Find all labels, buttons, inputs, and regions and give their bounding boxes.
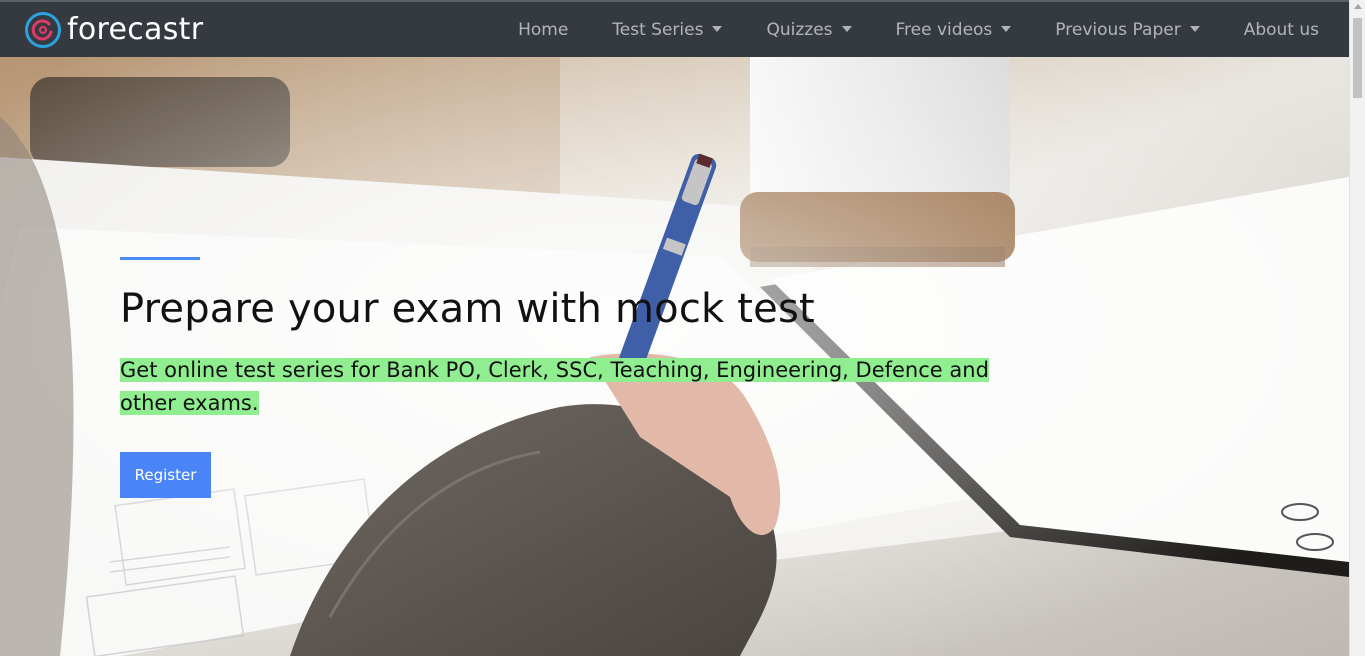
scroll-up-arrow-icon[interactable] xyxy=(1354,4,1362,9)
nav-item-previous-paper[interactable]: Previous Paper xyxy=(1033,2,1221,57)
nav-label: Test Series xyxy=(612,19,704,40)
nav-label: Quizzes xyxy=(766,19,833,40)
caret-down-icon xyxy=(841,25,852,32)
brand-link[interactable]: forecastr xyxy=(24,2,203,57)
brand-name: forecastr xyxy=(67,12,204,47)
scroll-thumb[interactable] xyxy=(1353,18,1362,98)
top-navbar: forecastr Home Test Series Quizzes Free … xyxy=(0,0,1349,57)
nav-item-about-us[interactable]: About us xyxy=(1222,2,1319,57)
hero-subtitle: Get online test series for Bank PO, Cler… xyxy=(120,354,1015,420)
nav-item-free-videos[interactable]: Free videos xyxy=(874,2,1034,57)
nav-label: Home xyxy=(518,19,569,40)
register-button[interactable]: Register xyxy=(120,452,211,498)
caret-down-icon xyxy=(1001,25,1012,32)
forecastr-logo-icon xyxy=(25,11,61,48)
hero-title: Prepare your exam with mock test xyxy=(120,286,815,332)
hero-content: Prepare your exam with mock test Get onl… xyxy=(120,257,1020,498)
caret-down-icon xyxy=(1189,25,1200,32)
nav-label: Free videos xyxy=(895,19,993,40)
nav-label: Previous Paper xyxy=(1055,19,1181,40)
hero-accent-line xyxy=(120,257,200,260)
hero-subtitle-text: Get online test series for Bank PO, Cler… xyxy=(120,358,989,415)
nav-item-test-series[interactable]: Test Series xyxy=(590,2,744,57)
hero-section: Prepare your exam with mock test Get onl… xyxy=(0,57,1349,656)
caret-down-icon xyxy=(712,25,723,32)
nav-item-home[interactable]: Home xyxy=(496,2,590,57)
nav-label: About us xyxy=(1243,19,1319,40)
page-scrollbar[interactable] xyxy=(1349,0,1365,656)
main-nav: Home Test Series Quizzes Free videos Pre… xyxy=(496,2,1319,57)
nav-item-quizzes[interactable]: Quizzes xyxy=(744,2,873,57)
